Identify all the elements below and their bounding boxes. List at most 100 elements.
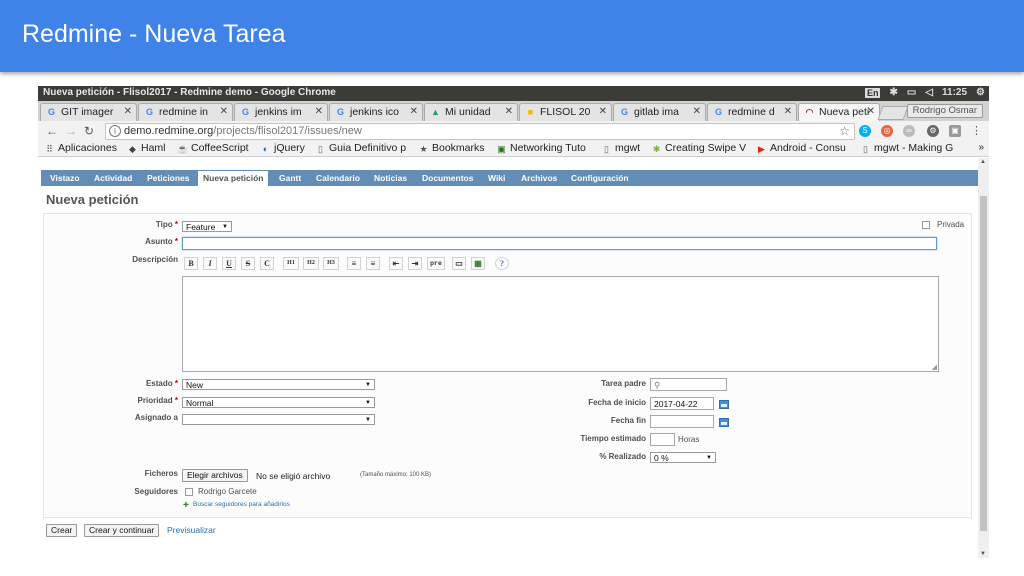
extension-icon[interactable]: ▣ [949,125,961,137]
tab-actividad[interactable]: Actividad [94,173,132,183]
site-info-icon[interactable]: i [109,125,121,137]
indent-button[interactable]: ⇥ [408,257,422,270]
browser-tab[interactable]: Gjenkins im ✕ [234,103,328,121]
close-tab-icon[interactable]: ✕ [410,106,418,117]
bookmark-item[interactable]: ☕ CoffeeScript [177,142,249,154]
outdent-button[interactable]: ⇤ [389,257,403,270]
fecha-fin-input[interactable] [650,415,714,428]
settings-gear-icon[interactable]: ⚙ [976,87,985,98]
close-tab-icon[interactable]: ✕ [784,106,792,117]
privada-checkbox[interactable] [922,221,930,229]
elegir-archivos-button[interactable]: Elegir archivos [182,469,248,482]
previsualizar-link[interactable]: Previsualizar [167,525,216,535]
url-bar[interactable]: i demo.redmine.org/projects/flisol2017/i… [105,123,855,140]
bookmark-item[interactable]: ▯ mgwt [601,142,640,154]
close-tab-icon[interactable]: ✕ [124,106,132,117]
estado-select[interactable]: New ▼ [182,379,375,390]
bookmarks-overflow-button[interactable]: » [978,142,984,153]
pre-button[interactable]: pre [427,257,445,270]
bold-button[interactable]: B [184,257,198,270]
tab-peticiones[interactable]: Peticiones [147,173,190,183]
calendar-icon[interactable] [719,418,729,427]
extension-icon[interactable]: ∞ [903,125,915,137]
browser-tab[interactable]: Ggitlab ima ✕ [613,103,706,121]
page-scrollbar[interactable]: ▲ ▼ [978,158,989,558]
tab-nueva-peticion[interactable]: Nueva petición [198,171,269,186]
help-icon[interactable]: ? [495,257,509,270]
realizado-select[interactable]: 0 % ▼ [650,452,716,463]
buscar-seguidores-link[interactable]: Buscar seguidores para añadirlos [193,501,290,508]
skype-extension-icon[interactable]: S [859,125,871,137]
extension-icon[interactable]: ◎ [881,125,893,137]
fecha-inicio-input[interactable]: 2017-04-22 [650,397,714,410]
scroll-up-arrow-icon[interactable]: ▲ [980,159,986,165]
tab-calendario[interactable]: Calendario [316,173,360,183]
bookmark-item[interactable]: ▣ Networking Tuto [496,142,586,154]
prioridad-select[interactable]: Normal ▼ [182,397,375,408]
numbered-list-button[interactable]: ≡ [366,257,380,270]
browser-tab[interactable]: Gjenkins ico ✕ [329,103,423,121]
bookmark-item[interactable]: ▯ Guia Definitivo p [315,142,406,154]
close-tab-icon[interactable]: ✕ [599,106,607,117]
asunto-input[interactable] [182,237,937,250]
asignado-select[interactable]: ▼ [182,414,375,425]
bookmark-star-icon[interactable]: ☆ [839,124,850,138]
crear-button[interactable]: Crear [46,524,78,537]
browser-tab[interactable]: Gredmine in ✕ [138,103,233,121]
heading1-button[interactable]: H1 [283,257,299,270]
browser-tab-active[interactable]: ◠ Nueva peti ✕ [798,103,880,121]
gear-extension-icon[interactable]: ⚙ [927,125,939,137]
forward-arrow-icon[interactable]: → [65,124,77,138]
browser-tab[interactable]: Gredmine d ✕ [707,103,797,121]
bookmark-item[interactable]: ◐ jQuery [260,142,305,154]
tarea-padre-input[interactable]: ⚲ [650,378,727,391]
profile-badge[interactable]: Rodrigo Osmar [906,104,983,118]
tab-documentos[interactable]: Documentos [422,173,473,183]
tab-configuracion[interactable]: Configuración [571,173,629,183]
bookmark-item[interactable]: ⠿ Aplicaciones [44,142,117,154]
code-button[interactable]: C [260,257,274,270]
underline-button[interactable]: U [222,257,236,270]
tiempo-estimado-input[interactable] [650,433,675,446]
scrollbar-thumb[interactable] [980,196,987,531]
browser-tab[interactable]: ▲ Mi unidad ✕ [424,103,518,121]
keyboard-language-indicator[interactable]: En [864,87,881,98]
tipo-select[interactable]: Feature ▼ [182,221,232,232]
resize-grip-icon[interactable]: ◢ [932,363,937,371]
browser-tab[interactable]: G GIT imager ✕ [40,103,137,121]
tab-noticias[interactable]: Noticias [374,173,407,183]
reload-icon[interactable]: ↻ [84,124,94,138]
scroll-down-arrow-icon[interactable]: ▼ [980,551,986,557]
tab-wiki[interactable]: Wiki [488,173,505,183]
new-tab-button[interactable] [877,106,909,120]
close-tab-icon[interactable]: ✕ [693,106,701,117]
battery-icon[interactable]: ▭ [907,87,916,98]
image-button[interactable]: ▦ [471,257,485,270]
bookmark-item[interactable]: ★ Bookmarks [418,142,484,154]
browser-tab[interactable]: ■ FLISOL 20 ✕ [519,103,612,121]
bookmark-item[interactable]: ◆ Haml [127,142,165,154]
calendar-icon[interactable] [719,400,729,409]
bullet-list-button[interactable]: ≡ [347,257,361,270]
bluetooth-icon[interactable]: ✱ [889,87,897,98]
strike-button[interactable]: S [241,257,255,270]
clock[interactable]: 11:25 [942,87,967,98]
italic-button[interactable]: I [203,257,217,270]
close-tab-icon[interactable]: ✕ [315,106,323,117]
seguidor-checkbox[interactable] [185,488,193,496]
back-arrow-icon[interactable]: ← [46,124,58,138]
close-tab-icon[interactable]: ✕ [867,106,875,117]
heading2-button[interactable]: H2 [303,257,319,270]
tab-vistazo[interactable]: Vistazo [50,173,80,183]
volume-icon[interactable]: ◁ [925,87,933,98]
close-tab-icon[interactable]: ✕ [505,106,513,117]
chrome-menu-icon[interactable]: ⋮ [971,124,982,137]
tab-archivos[interactable]: Archivos [521,173,557,183]
link-button[interactable]: ▭ [452,257,466,270]
tab-gantt[interactable]: Gantt [279,173,301,183]
descripcion-textarea[interactable]: ◢ [182,276,939,372]
bookmark-item[interactable]: ▶ Android - Consu [756,142,846,154]
crear-y-continuar-button[interactable]: Crear y continuar [84,524,160,537]
bookmark-item[interactable]: ▯ mgwt - Making G [860,142,953,154]
heading3-button[interactable]: H3 [323,257,339,270]
